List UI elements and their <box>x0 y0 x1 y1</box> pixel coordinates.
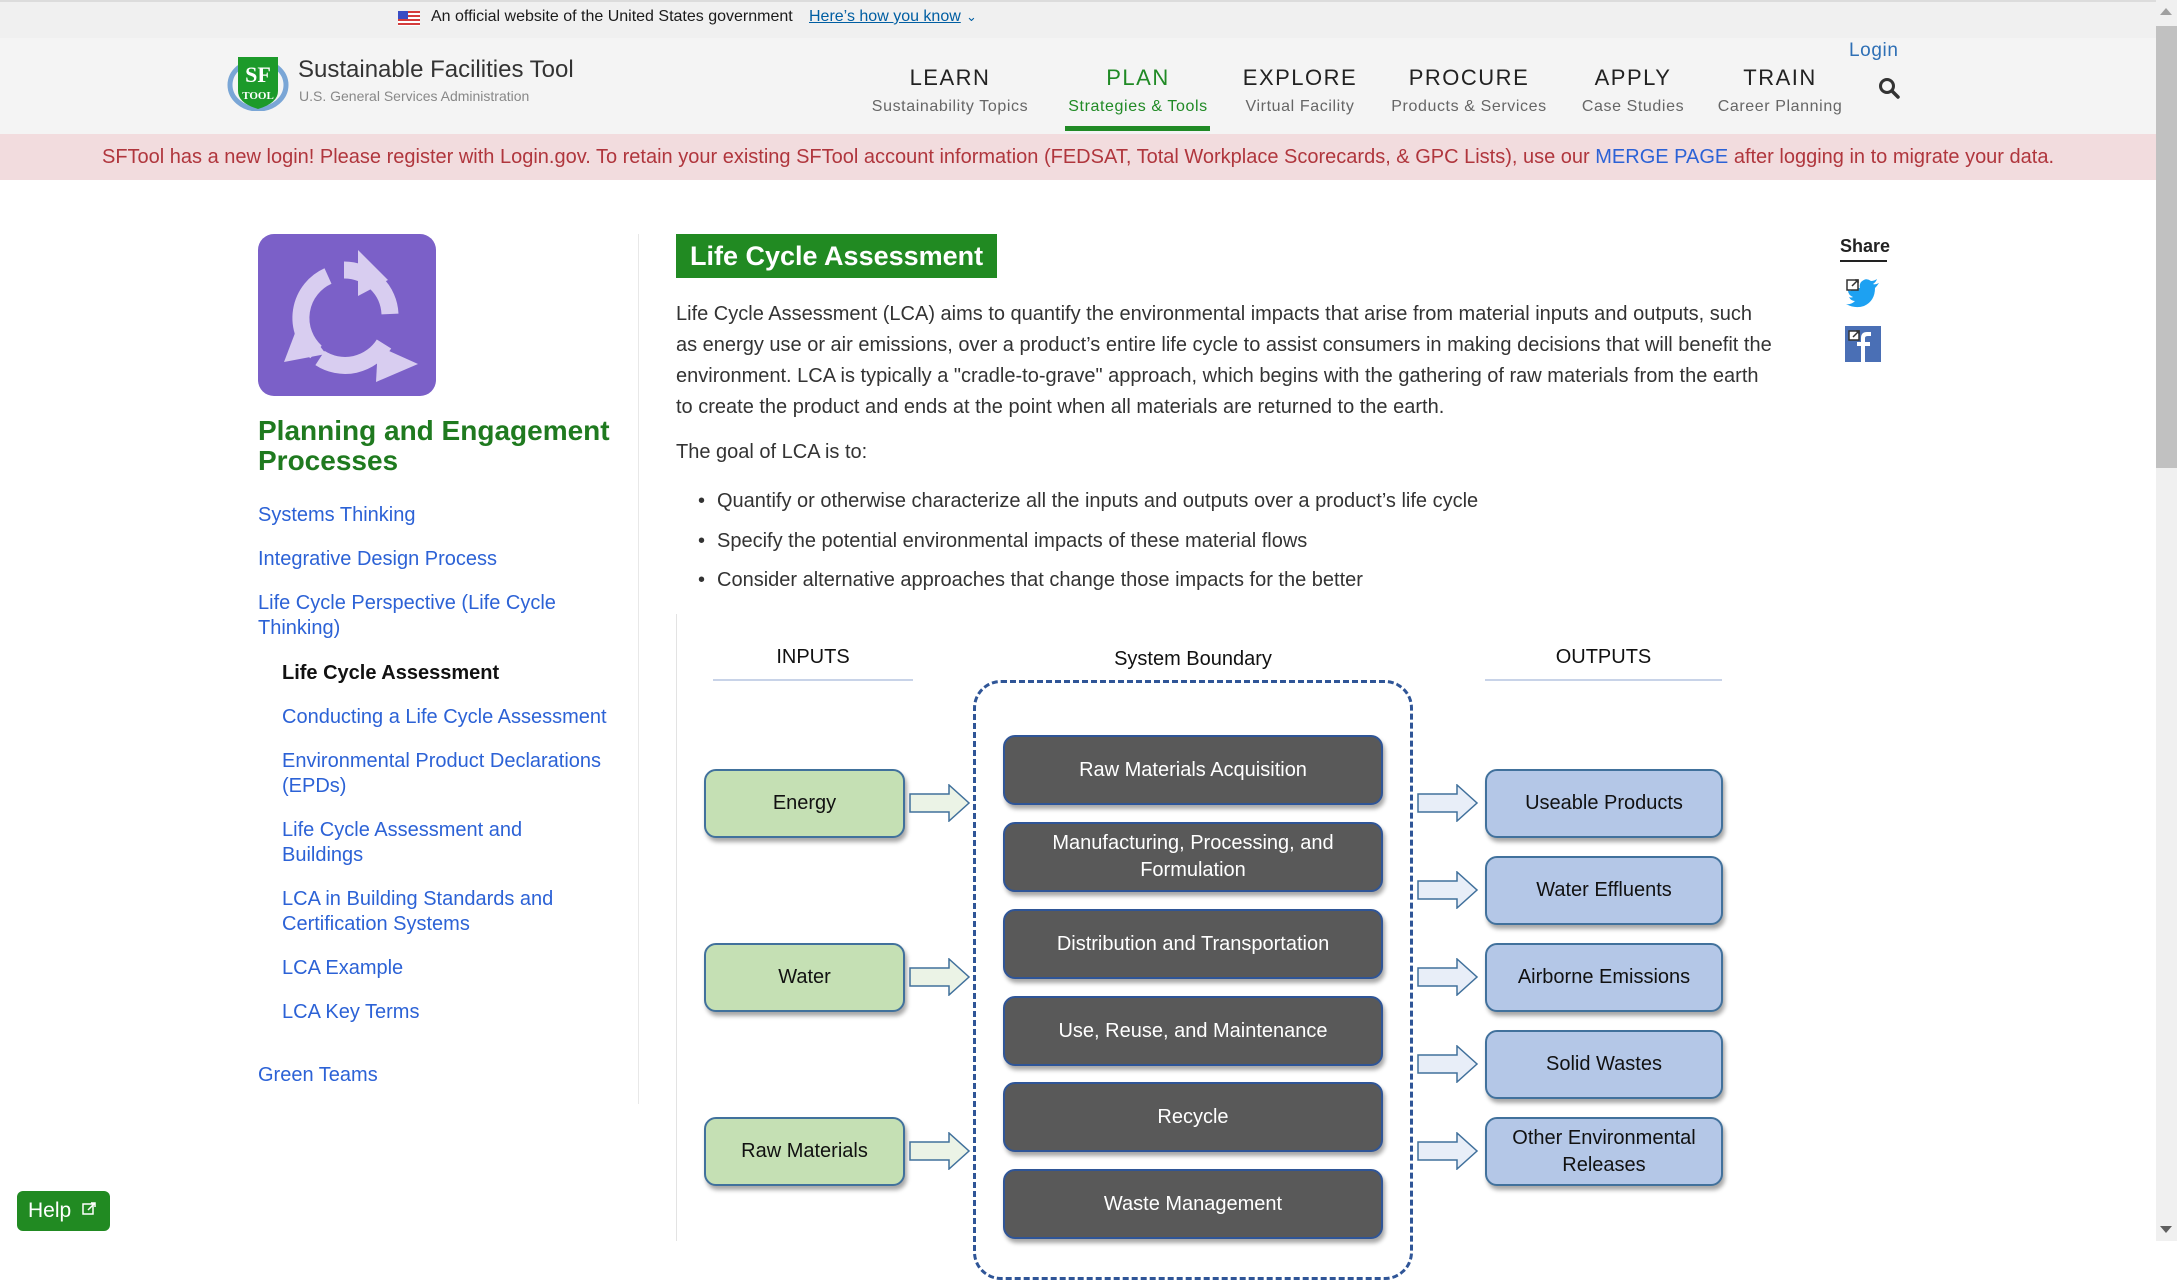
input-arrow <box>909 958 971 996</box>
sidebar-item-epds[interactable]: Environmental Product Declarations (EPDs… <box>282 749 632 799</box>
sidebar-item-lca-key-terms[interactable]: LCA Key Terms <box>282 1000 622 1025</box>
goal-intro: The goal of LCA is to: <box>676 441 868 463</box>
nav-learn[interactable]: LEARN Sustainability Topics <box>866 66 1034 116</box>
facebook-icon[interactable] <box>1845 326 1881 362</box>
heres-how-you-know-link[interactable]: Here’s how you know <box>809 8 961 26</box>
svg-text:SF: SF <box>245 62 271 87</box>
inputs-header: INPUTS <box>776 646 850 668</box>
gov-banner-text: An official website of the United States… <box>431 8 793 25</box>
external-link-icon <box>82 1202 96 1215</box>
nav-sublabel: Career Planning <box>1717 98 1843 115</box>
goal-list-item: Specify the potential environmental impa… <box>698 530 1307 553</box>
nav-label: LEARN <box>909 65 991 90</box>
output-water-effluents: Water Effluents <box>1485 856 1723 925</box>
outputs-underline <box>1485 679 1722 681</box>
stage-raw-materials-acquisition: Raw Materials Acquisition <box>1003 735 1383 805</box>
output-arrow <box>1417 871 1479 909</box>
stage-distribution: Distribution and Transportation <box>1003 909 1383 979</box>
login-alert-banner: SFTool has a new login! Please register … <box>0 134 2156 180</box>
sidebar-item-lca-buildings[interactable]: Life Cycle Assessment and Buildings <box>282 818 562 868</box>
share-label: Share <box>1840 236 1891 256</box>
output-other-releases: Other Environmental Releases <box>1485 1117 1723 1186</box>
input-arrow <box>909 1132 971 1170</box>
stage-waste-management: Waste Management <box>1003 1169 1383 1239</box>
nav-sublabel: Sustainability Topics <box>871 98 1029 115</box>
gov-banner <box>0 0 2156 38</box>
us-flag-icon <box>398 11 420 26</box>
site-subtitle: U.S. General Services Administration <box>299 88 530 104</box>
stage-use-reuse: Use, Reuse, and Maintenance <box>1003 996 1383 1066</box>
nav-procure[interactable]: PROCURE Products & Services <box>1387 66 1551 116</box>
goal-list-item: Consider alternative approaches that cha… <box>698 569 1363 592</box>
merge-page-link[interactable]: MERGE PAGE <box>1595 146 1728 168</box>
sidebar-item-life-cycle-perspective[interactable]: Life Cycle Perspective (Life Cycle Think… <box>258 591 588 641</box>
outputs-header: OUTPUTS <box>1555 646 1652 668</box>
nav-sublabel: Virtual Facility <box>1245 98 1355 115</box>
nav-label: PLAN <box>1106 65 1170 90</box>
sidebar-item-green-teams[interactable]: Green Teams <box>258 1063 618 1088</box>
sftool-logo[interactable]: SF TOOL <box>226 55 290 111</box>
scroll-up-arrow-icon[interactable] <box>2160 8 2172 15</box>
output-arrow <box>1417 958 1479 996</box>
twitter-icon[interactable] <box>1845 277 1881 309</box>
help-label: Help <box>28 1199 72 1222</box>
share-divider <box>1840 260 1887 262</box>
site-title[interactable]: Sustainable Facilities Tool <box>298 56 574 84</box>
svg-text:TOOL: TOOL <box>242 90 274 102</box>
nav-active-indicator <box>1065 126 1210 131</box>
output-arrow <box>1417 784 1479 822</box>
help-button[interactable]: Help <box>17 1191 110 1231</box>
sidebar-item-integrative-design[interactable]: Integrative Design Process <box>258 547 618 572</box>
sidebar-item-lca-standards[interactable]: LCA in Building Standards and Certificat… <box>282 887 582 937</box>
nav-sublabel: Strategies & Tools <box>1068 98 1208 115</box>
inputs-underline <box>713 679 913 681</box>
nav-label: PROCURE <box>1408 65 1530 90</box>
input-water: Water <box>704 943 905 1012</box>
scrollbar-thumb[interactable] <box>2156 26 2177 468</box>
sidebar-item-lca-example[interactable]: LCA Example <box>282 956 622 981</box>
nav-sublabel: Case Studies <box>1581 98 1685 115</box>
nav-explore[interactable]: EXPLORE Virtual Facility <box>1236 66 1364 116</box>
chevron-down-icon[interactable]: ⌄ <box>966 9 977 25</box>
scroll-down-arrow-icon[interactable] <box>2160 1226 2172 1233</box>
sidebar-divider <box>638 234 639 1104</box>
sidebar-heading: Planning and Engagement Processes <box>258 415 610 476</box>
intro-paragraph: Life Cycle Assessment (LCA) aims to quan… <box>676 303 1772 418</box>
input-arrow <box>909 784 971 822</box>
diagram-left-border <box>676 614 677 1241</box>
search-icon[interactable] <box>1878 77 1900 99</box>
input-raw-materials: Raw Materials <box>704 1117 905 1186</box>
nav-label: APPLY <box>1594 65 1672 90</box>
system-boundary-header: System Boundary <box>1114 648 1272 670</box>
output-airborne-emissions: Airborne Emissions <box>1485 943 1723 1012</box>
page-title: Life Cycle Assessment <box>676 234 998 278</box>
output-solid-wastes: Solid Wastes <box>1485 1030 1723 1099</box>
section-cycle-icon <box>258 234 436 396</box>
nav-plan[interactable]: PLAN Strategies & Tools <box>1060 66 1216 116</box>
alert-text-end: after logging in to migrate your data. <box>1728 146 2055 168</box>
nav-label: TRAIN <box>1743 65 1817 90</box>
input-energy: Energy <box>704 769 905 838</box>
sidebar-item-systems-thinking[interactable]: Systems Thinking <box>258 503 618 528</box>
goal-list-item: Quantify or otherwise characterize all t… <box>698 490 1478 513</box>
nav-sublabel: Products & Services <box>1391 98 1547 115</box>
alert-text: SFTool has a new login! Please register … <box>101 146 1596 168</box>
sidebar-item-life-cycle-assessment[interactable]: Life Cycle Assessment <box>282 661 622 686</box>
stage-recycle: Recycle <box>1003 1082 1383 1152</box>
nav-apply[interactable]: APPLY Case Studies <box>1574 66 1692 116</box>
nav-train[interactable]: TRAIN Career Planning <box>1712 66 1848 116</box>
sidebar-item-conducting-lca[interactable]: Conducting a Life Cycle Assessment <box>282 705 622 730</box>
login-link[interactable]: Login <box>1849 40 1899 62</box>
output-arrow <box>1417 1045 1479 1083</box>
output-arrow <box>1417 1132 1479 1170</box>
stage-manufacturing: Manufacturing, Processing, and Formulati… <box>1003 822 1383 892</box>
output-useable-products: Useable Products <box>1485 769 1723 838</box>
nav-label: EXPLORE <box>1242 65 1358 90</box>
